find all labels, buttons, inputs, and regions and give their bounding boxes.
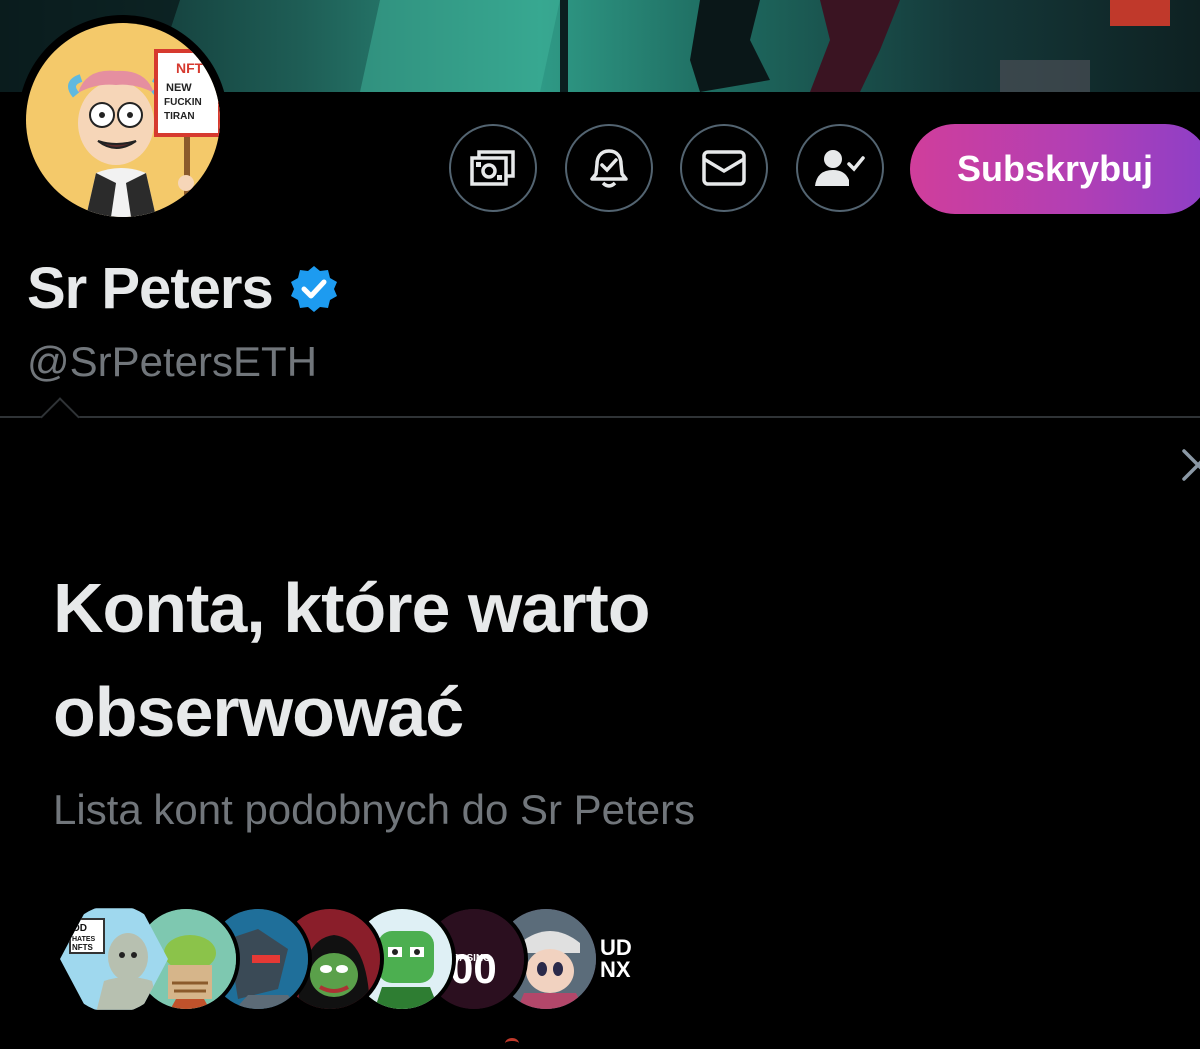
profile-actions: Subskrybuj [0,124,1200,216]
person-check-icon [815,150,865,186]
message-button[interactable] [680,124,768,212]
section-divider [0,416,1200,418]
popover-caret [40,397,80,437]
scroll-indicator [505,1038,519,1049]
suggestions-title: Konta, które warto obserwować [53,569,651,751]
avatar-sign-line: TIRAN [164,111,195,122]
subscribe-label: Subskrybuj [957,148,1154,189]
following-button[interactable] [796,124,884,212]
avatar-sign-line: FUCKIN [164,97,202,108]
verified-badge-icon[interactable] [289,264,339,314]
profile-handle: @SrPetersETH [27,338,318,385]
subscribe-button[interactable]: Subskrybuj [910,124,1200,214]
avatar-sign-text: NFTS [72,943,94,952]
notifications-button[interactable] [565,124,653,212]
bell-check-icon [590,149,628,188]
avatar-sign-text: OD [72,923,87,934]
close-icon[interactable] [1178,445,1200,485]
envelope-icon [702,150,746,186]
casino-word: CASINO [452,953,491,964]
avatar-logo-text: NX [600,957,631,982]
tip-button[interactable] [449,124,537,212]
avatar-sign-text: HATES [72,936,96,943]
suggestions-subtitle: Lista kont podobnych do Sr Peters [53,786,696,833]
display-name: Sr Peters [27,256,274,321]
avatar-sign-line: NFT [176,60,204,76]
avatar-sign-line: NEW [166,82,192,94]
money-icon [470,150,515,186]
profile-name-row: Sr Peters [27,255,339,322]
